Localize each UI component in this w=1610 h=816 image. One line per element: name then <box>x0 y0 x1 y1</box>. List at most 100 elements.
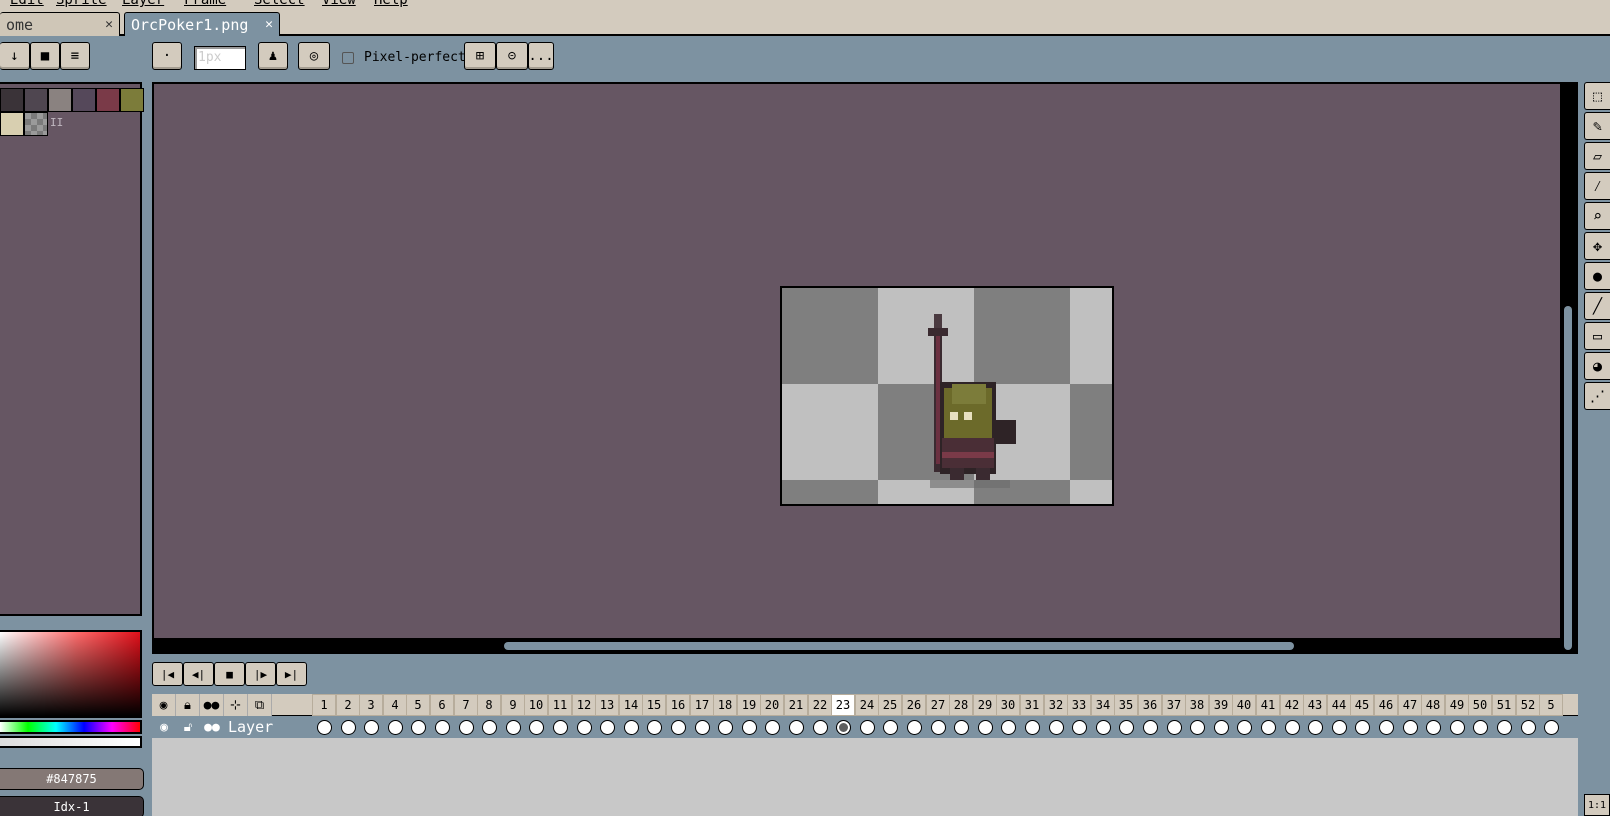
play-icon[interactable]: ■ <box>214 662 245 686</box>
cel[interactable] <box>855 716 879 738</box>
frame-number[interactable]: 20 <box>760 694 784 716</box>
cel[interactable] <box>902 716 926 738</box>
frame-number[interactable]: 6 <box>430 694 454 716</box>
layer-row[interactable]: ◉ 🔓︎ ●● Layer <box>152 716 1578 738</box>
frame-number[interactable]: 3 <box>359 694 383 716</box>
frame-number[interactable]: 11 <box>548 694 572 716</box>
onion-skin-icon[interactable]: ⧉ <box>248 694 272 716</box>
frame-number[interactable]: 4 <box>383 694 407 716</box>
cel[interactable] <box>1468 716 1492 738</box>
cel[interactable] <box>595 716 619 738</box>
cel[interactable] <box>926 716 950 738</box>
cel[interactable] <box>996 716 1020 738</box>
first-frame-icon[interactable]: |◀ <box>152 662 183 686</box>
palette-swatch[interactable] <box>96 88 120 112</box>
frame-number[interactable]: 51 <box>1492 694 1516 716</box>
frame-number[interactable]: 15 <box>642 694 666 716</box>
frame-number[interactable]: 23 <box>831 694 855 716</box>
frame-number[interactable]: 22 <box>808 694 832 716</box>
previous-frame-icon[interactable]: ◀| <box>183 662 214 686</box>
frame-number[interactable]: 42 <box>1280 694 1304 716</box>
rectangle-icon[interactable]: ▭ <box>1584 322 1610 350</box>
frame-number[interactable]: 25 <box>878 694 902 716</box>
color-hex-field[interactable]: #847875 <box>0 768 144 790</box>
line-icon[interactable]: ╱ <box>1584 292 1610 320</box>
menu-icon[interactable]: ≡ <box>60 42 90 70</box>
frame-number[interactable]: 29 <box>973 694 997 716</box>
frame-number[interactable]: 21 <box>784 694 808 716</box>
palette-swatch[interactable] <box>0 112 24 136</box>
cel[interactable] <box>878 716 902 738</box>
frame-number[interactable]: 37 <box>1162 694 1186 716</box>
frame-number[interactable]: 48 <box>1421 694 1445 716</box>
lock-icon[interactable]: 🔓︎ <box>176 716 200 738</box>
menu-edit[interactable]: Edit <box>10 0 44 8</box>
cel[interactable] <box>454 716 478 738</box>
frame-number[interactable]: 17 <box>690 694 714 716</box>
cel[interactable] <box>1162 716 1186 738</box>
tab-orcpoker1[interactable]: OrcPoker1.png ✕ <box>124 12 280 36</box>
ink-icon[interactable]: ♟ <box>258 42 288 70</box>
cel[interactable] <box>737 716 761 738</box>
frame-number[interactable]: 5 <box>406 694 430 716</box>
frame-number[interactable]: 7 <box>454 694 478 716</box>
frame-number[interactable]: 35 <box>1114 694 1138 716</box>
tab-home[interactable]: ome ✕ <box>0 12 120 36</box>
frame-number[interactable]: 10 <box>524 694 548 716</box>
brush-type-button[interactable]: · <box>152 42 182 70</box>
continuous-icon[interactable]: ●● <box>200 716 224 738</box>
color-index-field[interactable]: Idx-1 <box>0 796 144 816</box>
menu-frame[interactable]: Frame <box>184 0 226 8</box>
cel[interactable] <box>690 716 714 738</box>
cel[interactable] <box>501 716 525 738</box>
frame-number[interactable]: 28 <box>949 694 973 716</box>
frame-number[interactable]: 33 <box>1067 694 1091 716</box>
move-icon[interactable]: ✥ <box>1584 232 1610 260</box>
cel[interactable] <box>1421 716 1445 738</box>
cel[interactable] <box>1114 716 1138 738</box>
frame-number[interactable]: 31 <box>1020 694 1044 716</box>
cel[interactable] <box>760 716 784 738</box>
marquee-icon[interactable]: ⬚ <box>1584 82 1610 110</box>
cel[interactable] <box>1020 716 1044 738</box>
frame-number[interactable]: 39 <box>1209 694 1233 716</box>
cel[interactable] <box>1492 716 1516 738</box>
palette-swatch[interactable] <box>48 88 72 112</box>
last-frame-icon[interactable]: ▶| <box>276 662 307 686</box>
frame-number[interactable]: 38 <box>1185 694 1209 716</box>
pixel-perfect-checkbox[interactable] <box>342 52 354 64</box>
layer-name[interactable]: Layer <box>228 718 273 736</box>
cel[interactable] <box>1232 716 1256 738</box>
frame-number[interactable]: 12 <box>572 694 596 716</box>
frame-number[interactable]: 43 <box>1303 694 1327 716</box>
cel[interactable] <box>1256 716 1280 738</box>
palette-options-label[interactable]: II <box>50 116 63 129</box>
palette-swatch[interactable] <box>72 88 96 112</box>
frame-number[interactable]: 16 <box>666 694 690 716</box>
cel[interactable] <box>1280 716 1304 738</box>
cel[interactable] <box>1445 716 1469 738</box>
frame-number[interactable]: 24 <box>855 694 879 716</box>
cel[interactable] <box>1516 716 1540 738</box>
frame-number[interactable]: 8 <box>477 694 501 716</box>
frame-number[interactable]: 13 <box>595 694 619 716</box>
cel[interactable] <box>312 716 336 738</box>
cel[interactable] <box>1350 716 1374 738</box>
zoom-button[interactable]: 1:1 <box>1584 794 1610 816</box>
frame-number[interactable]: 14 <box>619 694 643 716</box>
frame-number[interactable]: 47 <box>1398 694 1422 716</box>
frame-number[interactable]: 32 <box>1044 694 1068 716</box>
cel[interactable] <box>336 716 360 738</box>
lock-icon[interactable]: 🔒︎ <box>176 694 200 716</box>
alpha-bar[interactable] <box>0 736 142 748</box>
frame-number[interactable]: 41 <box>1256 694 1280 716</box>
cel[interactable] <box>784 716 808 738</box>
frame-number[interactable]: 5 <box>1539 694 1563 716</box>
cel[interactable] <box>477 716 501 738</box>
brush-size-input[interactable]: 1px <box>194 46 246 70</box>
frame-number[interactable]: 46 <box>1374 694 1398 716</box>
frame-number[interactable]: 40 <box>1232 694 1256 716</box>
cel[interactable] <box>713 716 737 738</box>
frame-number[interactable]: 36 <box>1138 694 1162 716</box>
cel[interactable] <box>1044 716 1068 738</box>
